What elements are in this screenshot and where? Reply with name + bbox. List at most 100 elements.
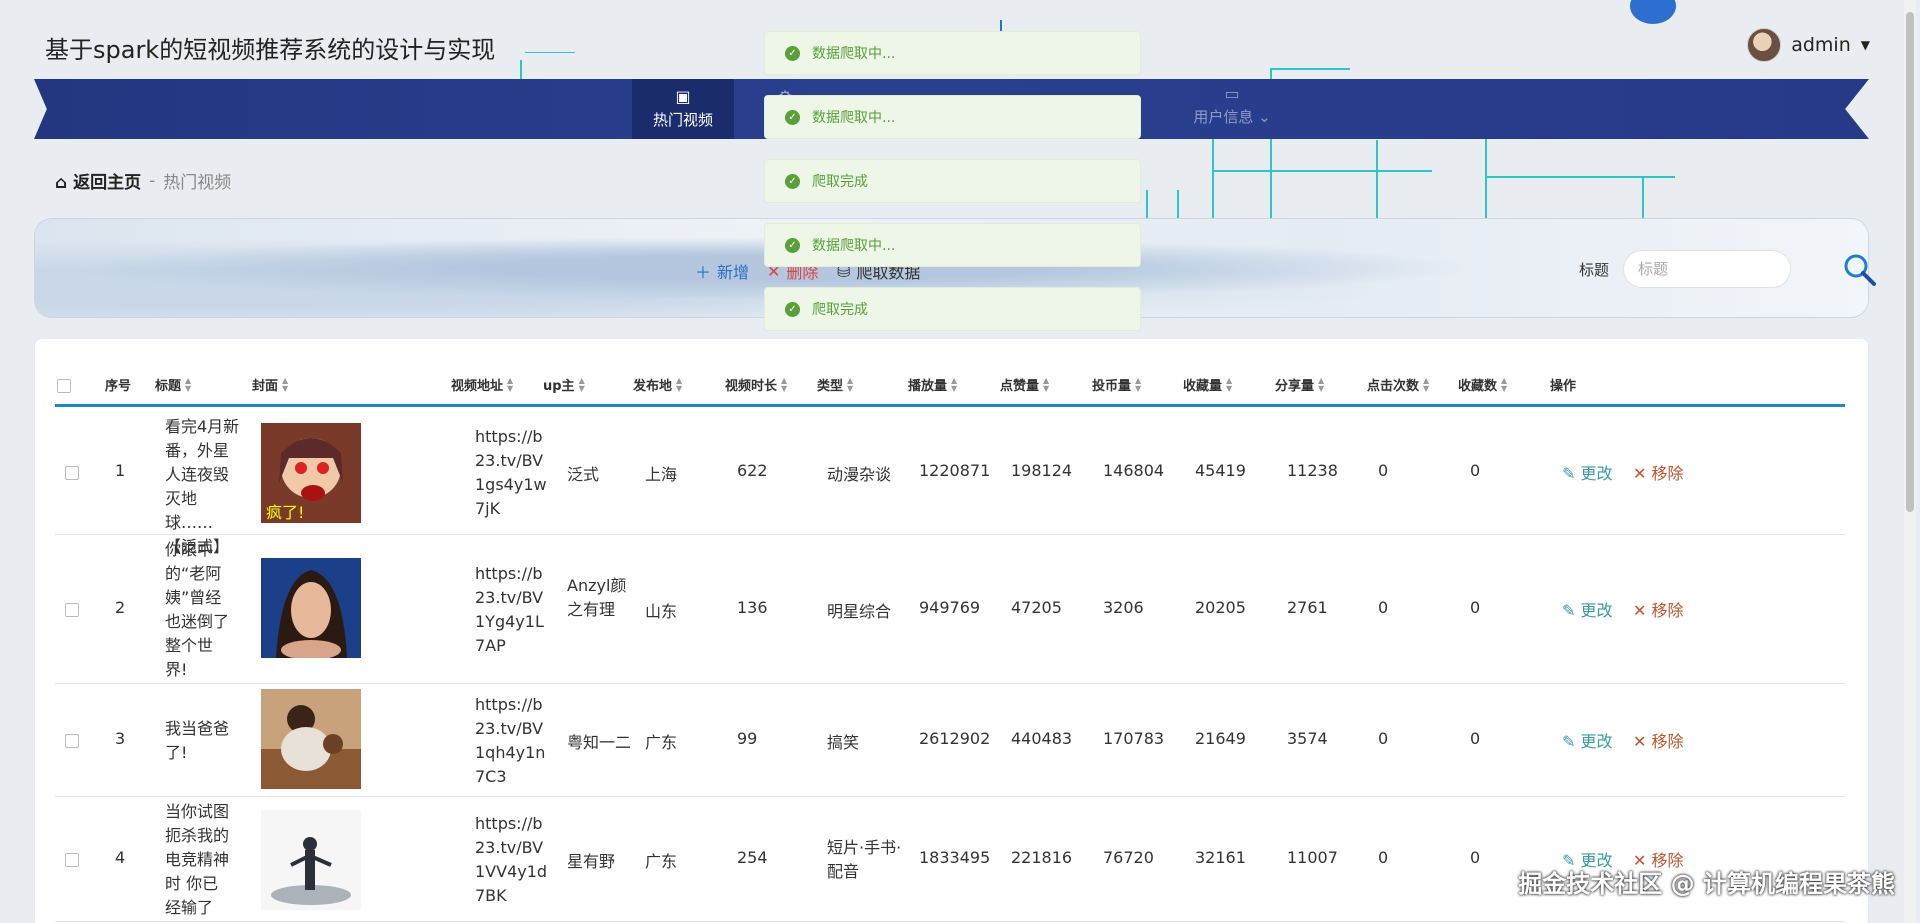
sort-icon[interactable]: ▲ ▼ — [185, 376, 191, 393]
cell-likes: 198124 — [1011, 461, 1073, 480]
video-cover-image — [261, 689, 361, 789]
cell-up: 泛式 — [567, 465, 600, 484]
breadcrumb-current: 热门视频 — [163, 173, 232, 193]
toast-message: ✓ 数据爬取中... — [764, 31, 1141, 75]
scrollbar-thumb[interactable] — [1906, 12, 1914, 512]
wrench-icon: ✎ — [1562, 464, 1576, 483]
sort-icon[interactable]: ▲ ▼ — [1423, 376, 1429, 393]
row-checkbox[interactable] — [65, 603, 79, 617]
toast-message: ✓ 爬取完成 — [764, 159, 1141, 203]
remove-button[interactable]: ✕ 移除 — [1633, 460, 1684, 484]
search-icon[interactable] — [1843, 253, 1877, 287]
cell-favs: 21649 — [1195, 729, 1246, 748]
search-label: 标题 — [1579, 261, 1610, 279]
cell-url: https://b23.tv/BV1Yg4y1L7AP — [475, 564, 544, 655]
cell-url: https://b23.tv/BV1gs4y1w7jK — [475, 427, 547, 518]
cell-shares: 2761 — [1287, 598, 1328, 617]
row-checkbox[interactable] — [65, 853, 79, 867]
row-checkbox[interactable] — [65, 734, 79, 748]
toast-message: ✓ 数据爬取中... — [764, 95, 1141, 139]
column-header: 操作 — [1550, 379, 1577, 394]
sort-icon[interactable]: ▲ ▼ — [847, 376, 853, 393]
sort-icon[interactable]: ▲ ▼ — [1501, 376, 1507, 393]
check-icon: ✓ — [785, 45, 800, 61]
cell-type: 短片·手书·配音 — [827, 838, 902, 881]
column-header[interactable]: 投币量 ▲ ▼ — [1092, 375, 1141, 394]
table-row: 4 当你试图扼杀我的电竞精神时 你已经输了 https://b23.tv/BV1… — [55, 798, 1845, 922]
breadcrumb-separator: - — [149, 170, 156, 191]
edit-button[interactable]: ✎ 更改 — [1562, 728, 1613, 752]
cell-collects: 0 — [1470, 461, 1481, 480]
check-icon: ✓ — [785, 109, 800, 125]
sort-icon[interactable]: ▲ ▼ — [579, 376, 585, 393]
cell-type: 动漫杂谈 — [827, 465, 892, 484]
caret-down-icon[interactable]: ▼ — [1861, 38, 1870, 52]
cell-coins: 76720 — [1103, 848, 1154, 867]
cell-place: 上海 — [645, 465, 678, 484]
sort-icon[interactable]: ▲ ▼ — [1226, 376, 1232, 393]
table-header: 序号 标题 ▲ ▼ 封面 ▲ ▼ 视频地址 ▲ ▼ up主 ▲ ▼ 发布地 ▲ ▼ 视频时长 ▲ ▼ 类… — [55, 367, 1845, 407]
cell-url: https://b23.tv/BV1VV4y1d7BK — [475, 814, 548, 905]
search-button[interactable] — [1843, 253, 1877, 287]
column-header[interactable]: 视频地址 ▲ ▼ — [451, 375, 513, 394]
remove-button[interactable]: ✕ 移除 — [1633, 597, 1684, 621]
column-header[interactable]: 分享量 ▲ ▼ — [1275, 375, 1324, 394]
search-input[interactable] — [1623, 250, 1791, 288]
column-header[interactable]: 点击次数 ▲ ▼ — [1367, 375, 1429, 394]
column-header[interactable]: 收藏量 ▲ ▼ — [1183, 375, 1232, 394]
close-icon: ✕ — [1633, 464, 1647, 483]
sort-icon[interactable]: ▲ ▼ — [781, 376, 787, 393]
table-row: 1 看完4月新番，外星人连夜毁灭地球……【泛式】 疯了! https://b23… — [55, 411, 1845, 556]
column-header[interactable]: 点赞量 ▲ ▼ — [1000, 375, 1049, 394]
video-table: 序号 标题 ▲ ▼ 封面 ▲ ▼ 视频地址 ▲ ▼ up主 ▲ ▼ 发布地 ▲ ▼ 视频时长 ▲ ▼ 类… — [34, 338, 1869, 923]
user-menu[interactable]: admin ▼ — [1747, 28, 1870, 62]
column-header[interactable]: 封面 ▲ ▼ — [252, 375, 288, 394]
wallet-icon: ▣ — [675, 86, 691, 106]
cell-clicks: 0 — [1378, 729, 1389, 748]
video-cover-image — [261, 810, 361, 910]
cell-shares: 3574 — [1287, 729, 1328, 748]
nav-item-hot-videos[interactable]: ▣ 热门视频 — [632, 79, 734, 139]
column-header[interactable]: 标题 ▲ ▼ — [155, 375, 191, 394]
column-header[interactable]: up主 ▲ ▼ — [543, 375, 585, 394]
cell-coins: 3206 — [1103, 598, 1144, 617]
sort-icon[interactable]: ▲ ▼ — [1135, 376, 1141, 393]
home-link[interactable]: ⌂ 返回主页 — [55, 168, 141, 193]
column-header[interactable]: 收藏数 ▲ ▼ — [1458, 375, 1507, 394]
column-header[interactable]: 发布地 ▲ ▼ — [633, 375, 682, 394]
column-header[interactable]: 类型 ▲ ▼ — [817, 375, 853, 394]
sort-icon[interactable]: ▲ ▼ — [951, 376, 957, 393]
column-header[interactable]: 播放量 ▲ ▼ — [908, 375, 957, 394]
breadcrumb: ⌂ 返回主页 - 热门视频 — [55, 168, 232, 194]
add-button[interactable]: ＋新增 — [695, 259, 749, 283]
cell-plays: 2612902 — [919, 729, 991, 748]
remove-button[interactable]: ✕ 移除 — [1633, 728, 1684, 752]
user-name[interactable]: admin — [1791, 34, 1851, 56]
cell-url: https://b23.tv/BV1qh4y1n7C3 — [475, 695, 546, 786]
cell-place: 山东 — [645, 602, 678, 621]
sort-icon[interactable]: ▲ ▼ — [282, 376, 288, 393]
column-header[interactable]: 视频时长 ▲ ▼ — [725, 375, 787, 394]
cell-index: 1 — [115, 461, 126, 480]
cell-duration: 99 — [737, 729, 758, 748]
sort-icon[interactable]: ▲ ▼ — [676, 376, 682, 393]
nav-item-user-info[interactable]: ▭ 用户信息 ⌄ — [1172, 86, 1292, 127]
cell-type: 明星综合 — [827, 602, 892, 621]
toast-message: ✓ 数据爬取中... — [764, 223, 1141, 267]
cell-type: 搞笑 — [827, 733, 860, 752]
cell-index: 3 — [115, 729, 126, 748]
sort-icon[interactable]: ▲ ▼ — [1043, 376, 1049, 393]
select-all-checkbox[interactable] — [57, 379, 71, 393]
edit-button[interactable]: ✎ 更改 — [1562, 460, 1613, 484]
edit-button[interactable]: ✎ 更改 — [1562, 597, 1613, 621]
svg-text:疯了!: 疯了! — [266, 503, 304, 522]
sort-icon[interactable]: ▲ ▼ — [1318, 376, 1324, 393]
row-checkbox[interactable] — [65, 466, 79, 480]
close-icon: ✕ — [1633, 732, 1647, 751]
cell-plays: 949769 — [919, 598, 981, 617]
cell-collects: 0 — [1470, 598, 1481, 617]
avatar[interactable] — [1747, 28, 1782, 62]
cell-title: 当你试图扼杀我的电竞精神时 你已经输了 — [165, 802, 230, 917]
cell-clicks: 0 — [1378, 598, 1389, 617]
sort-icon[interactable]: ▲ ▼ — [507, 376, 513, 393]
